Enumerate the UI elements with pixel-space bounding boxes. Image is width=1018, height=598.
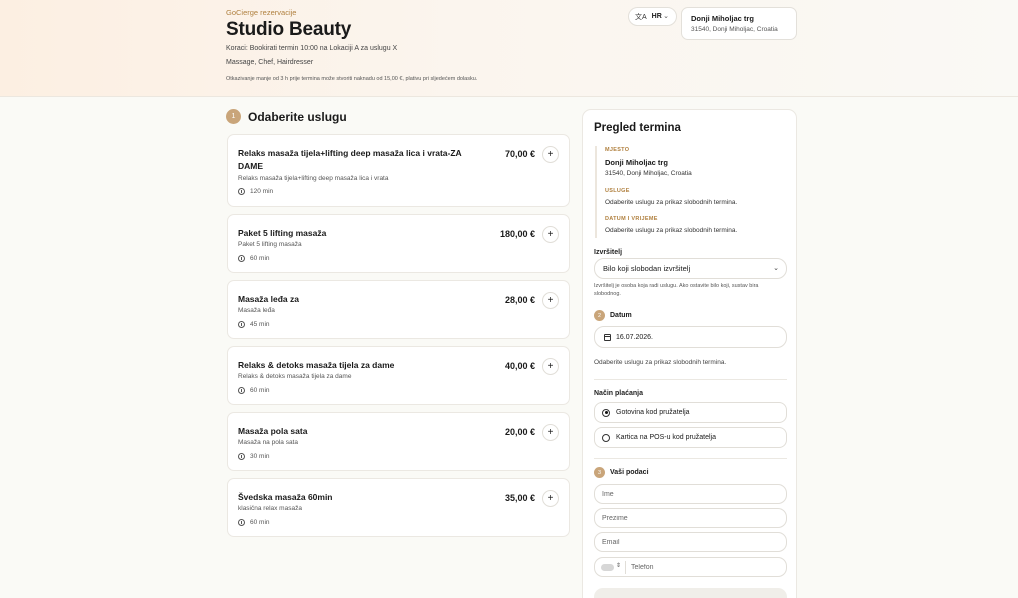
service-price: 35,00 € [504, 493, 535, 503]
calendar-icon [604, 333, 611, 341]
step-number: 3 [594, 467, 605, 478]
country-flag-icon[interactable] [601, 564, 614, 571]
categories-text: Massage, Chef, Hairdresser [226, 59, 314, 66]
divider [594, 458, 787, 459]
chevron-down-icon: ⌄ [663, 13, 669, 20]
first-name-input[interactable] [594, 484, 787, 504]
datetime-value: Odaberite uslugu za prikaz slobodnih ter… [605, 227, 738, 234]
location-card[interactable]: Donji Miholjac trg 31540, Donji Miholjac… [681, 7, 797, 40]
service-name: Relaks masaža tijela+lifting deep masaža… [238, 148, 462, 171]
payment-label: Način plaćanja [594, 390, 644, 397]
phone-field: ⇕ [594, 557, 787, 577]
place-name: Donji Miholjac trg [605, 158, 668, 167]
services-label: USLUGE [605, 188, 630, 194]
service-name: Masaža leđa za [238, 294, 299, 304]
section-title: Odaberite uslugu [248, 109, 347, 124]
performer-hint: Izvršitelj je osoba koja radi uslugu. Ak… [594, 283, 759, 297]
service-card[interactable]: Masaža pola sata Masaža na pola sata 30 … [227, 412, 570, 471]
service-duration: 30 min [238, 453, 270, 460]
service-description: Masaža na pola sata [238, 439, 298, 446]
location-address: 31540, Donji Miholjac, Croatia [691, 26, 778, 33]
place-label: MJESTO [605, 147, 630, 153]
clock-icon [238, 188, 245, 195]
service-duration: 60 min [238, 519, 270, 526]
language-selector[interactable]: 文A HR ⌄ [628, 7, 677, 26]
service-price: 40,00 € [504, 361, 535, 371]
language-code: HR [651, 13, 662, 20]
email-input[interactable] [594, 532, 787, 552]
service-price: 20,00 € [504, 427, 535, 437]
service-duration: 60 min [238, 387, 270, 394]
booking-summary-panel: Pregled termina MJESTO Donji Miholjac tr… [582, 109, 797, 598]
payment-option-cash[interactable]: Gotovina kod pružatelja [594, 402, 787, 423]
step-number: 2 [594, 310, 605, 321]
cancellation-notice: Otkazivanje manje od 3 h prije termina m… [226, 76, 478, 82]
performer-select[interactable]: Bilo koji slobodan izvršitelj ⌄ [594, 258, 787, 279]
steps-text: Koraci: Bookirati termin 10:00 na Lokaci… [226, 45, 398, 52]
date-label: Datum [610, 312, 632, 319]
chevron-down-icon: ⌄ [773, 265, 779, 272]
date-message: Odaberite uslugu za prikaz slobodnih ter… [594, 359, 727, 366]
date-value: 16.07.2026. [616, 333, 653, 341]
divider [594, 379, 787, 380]
service-description: klasična relax masaža [238, 505, 302, 512]
service-card[interactable]: Masaža leđa za Masaža leđa 45 min 28,00 … [227, 280, 570, 339]
service-price: 70,00 € [504, 149, 535, 159]
services-section-header: 1 Odaberite uslugu [226, 109, 347, 124]
add-service-button[interactable]: + [542, 146, 559, 163]
panel-title: Pregled termina [594, 122, 681, 134]
service-card[interactable]: Relaks & detoks masaža tijela za dame Re… [227, 346, 570, 405]
page-header: GoCierge rezervacije Studio Beauty Korac… [0, 0, 1018, 97]
service-name: Relaks & detoks masaža tijela za dame [238, 360, 395, 370]
payment-option-card[interactable]: Kartica na POS-u kod pružatelja [594, 427, 787, 448]
summary-block: MJESTO Donji Miholjac trg 31540, Donji M… [595, 146, 785, 238]
submit-button[interactable] [594, 588, 787, 598]
clock-icon [238, 387, 245, 394]
place-address: 31540, Donji Miholjac, Croatia [605, 170, 692, 177]
clock-icon [238, 453, 245, 460]
add-service-button[interactable]: + [542, 358, 559, 375]
service-card[interactable]: Švedska masaža 60min klasična relax masa… [227, 478, 570, 537]
page-title: Studio Beauty [226, 19, 352, 40]
datetime-label: DATUM I VRIJEME [605, 216, 658, 222]
clock-icon [238, 255, 245, 262]
service-duration: 60 min [238, 255, 270, 262]
date-step-header: 2 Datum [594, 310, 632, 321]
location-name: Donji Miholjac trg [691, 14, 754, 23]
last-name-input[interactable] [594, 508, 787, 528]
add-service-button[interactable]: + [542, 490, 559, 507]
chevron-updown-icon[interactable]: ⇕ [616, 562, 621, 569]
translate-icon: 文A [635, 13, 647, 21]
service-description: Paket 5 lifting masaža [238, 241, 302, 248]
service-price: 28,00 € [504, 295, 535, 305]
radio-icon [602, 433, 610, 442]
phone-input[interactable] [631, 560, 781, 574]
service-card[interactable]: Paket 5 lifting masaža Paket 5 lifting m… [227, 214, 570, 273]
brand-kicker: GoCierge rezervacije [226, 8, 297, 17]
step-number: 1 [226, 109, 241, 124]
clock-icon [238, 519, 245, 526]
service-price: 180,00 € [499, 229, 535, 239]
service-description: Relaks masaža tijela+lifting deep masaža… [238, 175, 389, 182]
service-description: Relaks & detoks masaža tijela za dame [238, 373, 352, 380]
details-label: Vaši podaci [610, 469, 649, 476]
service-description: Masaža leđa [238, 307, 275, 314]
service-name: Švedska masaža 60min [238, 492, 333, 502]
performer-label: Izvršitelj [594, 249, 623, 256]
date-picker[interactable]: 16.07.2026. [594, 326, 787, 348]
details-step-header: 3 Vaši podaci [594, 467, 649, 478]
service-name: Paket 5 lifting masaža [238, 228, 327, 238]
add-service-button[interactable]: + [542, 226, 559, 243]
divider [625, 561, 626, 574]
service-duration: 45 min [238, 321, 270, 328]
performer-selected: Bilo koji slobodan izvršitelj [603, 264, 691, 273]
clock-icon [238, 321, 245, 328]
service-name: Masaža pola sata [238, 426, 308, 436]
add-service-button[interactable]: + [542, 424, 559, 441]
services-value: Odaberite uslugu za prikaz slobodnih ter… [605, 199, 738, 206]
service-duration: 120 min [238, 188, 273, 195]
service-card[interactable]: Relaks masaža tijela+lifting deep masaža… [227, 134, 570, 207]
radio-selected-icon [602, 408, 610, 417]
add-service-button[interactable]: + [542, 292, 559, 309]
